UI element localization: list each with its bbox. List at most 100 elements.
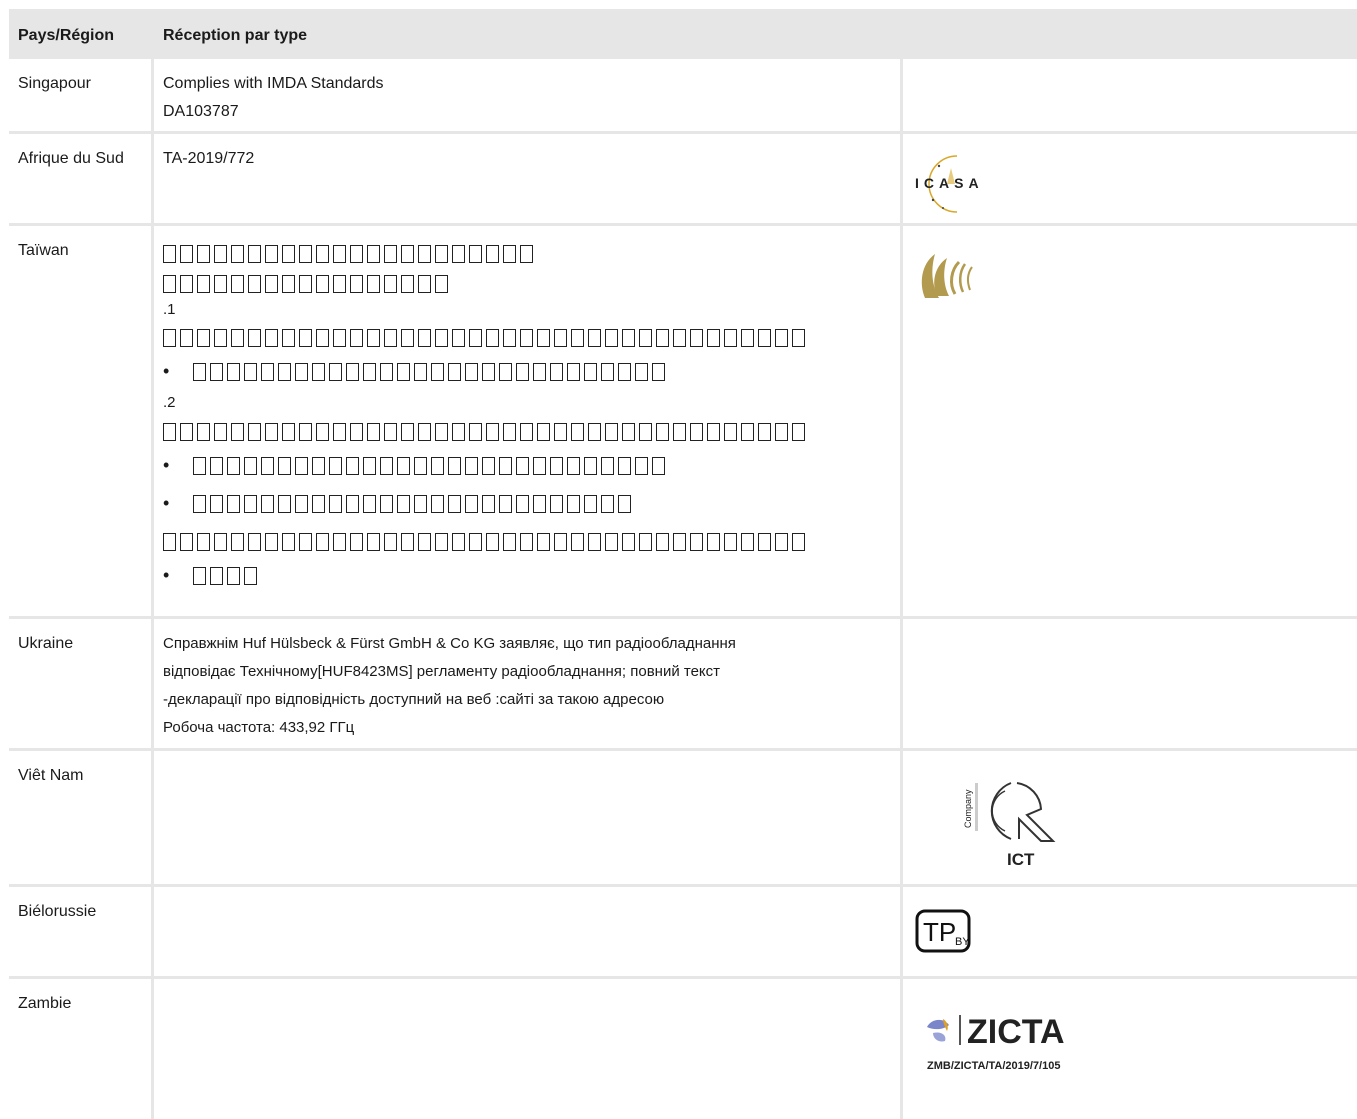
missing-glyph-box <box>227 494 240 513</box>
missing-glyph-box <box>193 494 206 513</box>
missing-glyph-box <box>231 244 244 263</box>
missing-glyph-box <box>452 328 465 347</box>
missing-glyph-box <box>197 422 210 441</box>
missing-glyph-box <box>469 532 482 551</box>
missing-glyph-box <box>503 244 516 263</box>
logo-cell-belarus: TP BY <box>903 887 1357 976</box>
missing-glyph-box <box>350 422 363 441</box>
bullet-item: • <box>163 352 891 390</box>
missing-glyph-box <box>363 362 376 381</box>
missing-glyph-box <box>261 456 274 475</box>
missing-glyph-box <box>520 532 533 551</box>
tp-text: TP <box>923 917 956 947</box>
missing-glyph-box <box>571 328 584 347</box>
table-row-vietnam: Viêt Nam Company ICT <box>9 751 1357 887</box>
missing-glyph-box <box>244 362 257 381</box>
glyph-line <box>163 416 891 446</box>
missing-glyph-box <box>227 362 240 381</box>
missing-glyph-box <box>418 244 431 263</box>
missing-glyph-box <box>465 494 478 513</box>
zicta-text: ZICTA <box>967 1013 1065 1051</box>
missing-glyph-box <box>299 328 312 347</box>
missing-glyph-box <box>346 362 359 381</box>
missing-glyph-box <box>503 422 516 441</box>
missing-glyph-box <box>214 328 227 347</box>
missing-glyph-box <box>316 532 329 551</box>
missing-glyph-box <box>231 274 244 293</box>
missing-glyph-box <box>397 362 410 381</box>
missing-glyph-box <box>261 494 274 513</box>
missing-glyph-box <box>584 362 597 381</box>
missing-glyph-box <box>673 422 686 441</box>
missing-glyph-box <box>299 532 312 551</box>
missing-glyph-box <box>792 328 805 347</box>
missing-glyph-box <box>312 456 325 475</box>
missing-glyph-box <box>775 422 788 441</box>
missing-glyph-box <box>418 274 431 293</box>
icasa-text: ICASA <box>915 175 984 191</box>
missing-glyph-box <box>265 328 278 347</box>
glyph-line <box>193 488 635 518</box>
missing-glyph-box <box>652 456 665 475</box>
missing-glyph-box <box>431 362 444 381</box>
missing-glyph-box <box>231 422 244 441</box>
missing-glyph-box <box>214 532 227 551</box>
missing-glyph-box <box>482 494 495 513</box>
missing-glyph-box <box>639 328 652 347</box>
missing-glyph-box <box>418 422 431 441</box>
missing-glyph-box <box>435 274 448 293</box>
missing-glyph-box <box>435 422 448 441</box>
missing-glyph-box <box>367 274 380 293</box>
missing-glyph-box <box>265 274 278 293</box>
missing-glyph-box <box>622 328 635 347</box>
missing-glyph-box <box>588 532 601 551</box>
missing-glyph-box <box>452 244 465 263</box>
missing-glyph-box <box>180 532 193 551</box>
missing-glyph-box <box>367 328 380 347</box>
missing-glyph-box <box>363 456 376 475</box>
missing-glyph-box <box>265 422 278 441</box>
header-empty <box>903 9 1357 59</box>
country-ukraine: Ukraine <box>9 619 154 748</box>
missing-glyph-box <box>248 274 261 293</box>
missing-glyph-box <box>333 244 346 263</box>
missing-glyph-box <box>724 422 737 441</box>
missing-glyph-box <box>384 328 397 347</box>
missing-glyph-box <box>316 328 329 347</box>
missing-glyph-box <box>486 328 499 347</box>
missing-glyph-box <box>486 532 499 551</box>
missing-glyph-box <box>635 362 648 381</box>
approval-singapore: Complies with IMDA Standards DA103787 <box>154 59 903 131</box>
missing-glyph-box <box>741 328 754 347</box>
glyph-line <box>163 322 891 352</box>
missing-glyph-box <box>180 422 193 441</box>
missing-glyph-box <box>227 456 240 475</box>
missing-glyph-box <box>465 456 478 475</box>
missing-glyph-box <box>567 494 580 513</box>
missing-glyph-box <box>605 328 618 347</box>
header-approval: Réception par type <box>163 27 308 44</box>
glyph-line <box>163 268 891 298</box>
missing-glyph-box <box>588 328 601 347</box>
missing-glyph-box <box>520 328 533 347</box>
missing-glyph-box <box>550 494 563 513</box>
missing-glyph-box <box>516 456 529 475</box>
missing-glyph-box <box>554 422 567 441</box>
missing-glyph-box <box>214 422 227 441</box>
missing-glyph-box <box>316 422 329 441</box>
missing-glyph-box <box>333 328 346 347</box>
missing-glyph-box <box>197 274 210 293</box>
missing-glyph-box <box>210 362 223 381</box>
missing-glyph-box <box>707 328 720 347</box>
missing-glyph-box <box>278 494 291 513</box>
missing-glyph-box <box>282 532 295 551</box>
missing-glyph-box <box>261 362 274 381</box>
missing-glyph-box <box>329 456 342 475</box>
missing-glyph-box <box>163 532 176 551</box>
missing-glyph-box <box>214 244 227 263</box>
missing-glyph-box <box>248 422 261 441</box>
missing-glyph-box <box>656 532 669 551</box>
missing-glyph-box <box>554 328 567 347</box>
table-row-taiwan: Taïwan .1 • .2 • • • <box>9 226 1357 619</box>
missing-glyph-box <box>469 328 482 347</box>
